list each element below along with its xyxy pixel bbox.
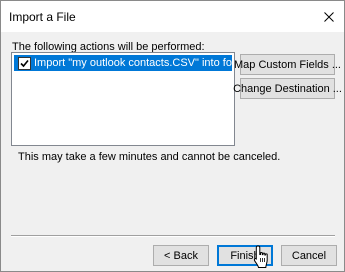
actions-listbox[interactable]: Import "my outlook contacts.CSV" into fo… bbox=[11, 52, 235, 146]
change-destination-button[interactable]: Change Destination ... bbox=[233, 78, 342, 99]
list-item[interactable]: Import "my outlook contacts.CSV" into fo… bbox=[14, 55, 232, 71]
footer-separator bbox=[11, 235, 335, 237]
hand-pointer-icon bbox=[253, 245, 271, 272]
list-item-text: Import "my outlook contacts.CSV" into fo… bbox=[34, 57, 232, 69]
close-icon[interactable] bbox=[313, 1, 344, 32]
back-button[interactable]: < Back bbox=[153, 245, 209, 266]
checkbox[interactable] bbox=[18, 56, 31, 70]
checkmark-icon bbox=[20, 59, 29, 67]
cancel-button[interactable]: Cancel bbox=[281, 245, 337, 266]
dialog-title: Import a File bbox=[9, 10, 76, 24]
title-bar[interactable]: Import a File bbox=[1, 1, 344, 32]
info-note: This may take a few minutes and cannot b… bbox=[18, 151, 281, 163]
map-custom-fields-button[interactable]: Map Custom Fields ... bbox=[234, 54, 341, 75]
import-file-dialog: Import a File The following actions will… bbox=[0, 0, 345, 272]
